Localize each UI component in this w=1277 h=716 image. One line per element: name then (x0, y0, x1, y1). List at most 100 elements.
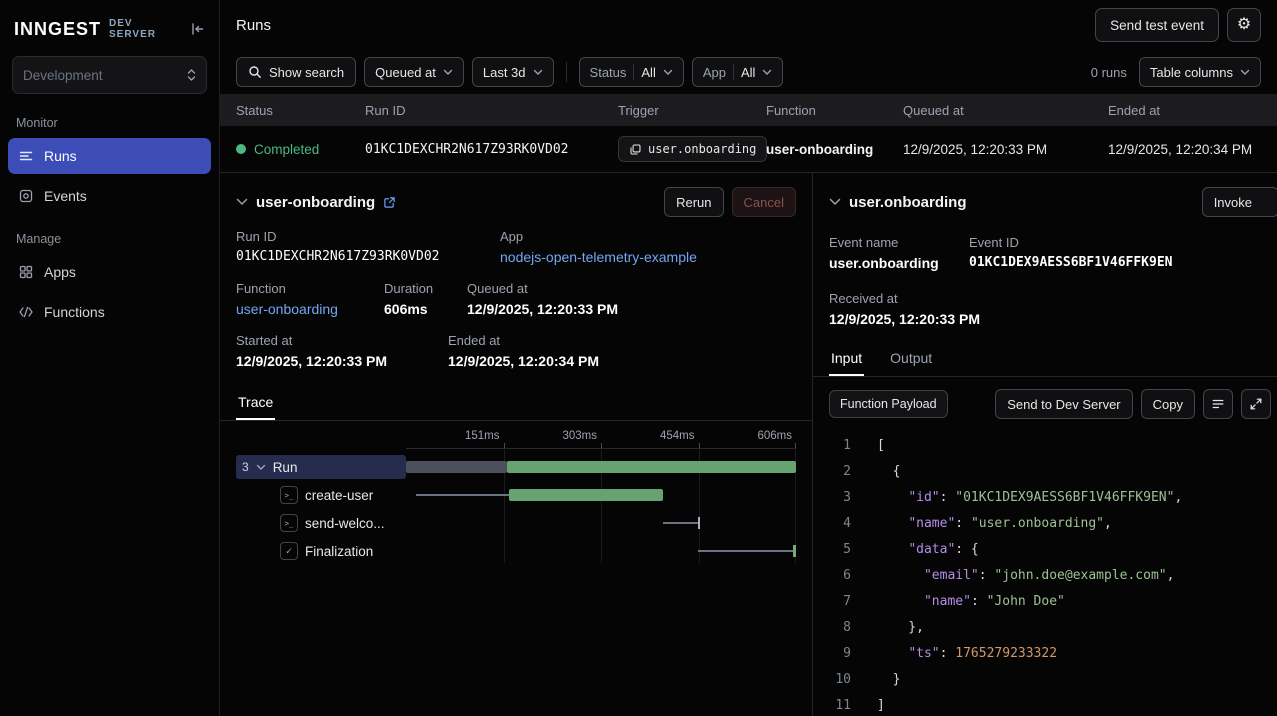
external-link-icon[interactable] (383, 196, 396, 209)
trigger-badge[interactable]: user.onboarding (618, 136, 767, 162)
field-value: 12/9/2025, 12:20:33 PM (467, 301, 618, 317)
line-number: 2 (813, 459, 851, 485)
events-icon (18, 188, 34, 204)
event-details-header: user.onboarding Invoke (813, 173, 1277, 229)
trace-rows: 3 Run >_ create-user (236, 449, 796, 563)
expand-icon (1249, 397, 1263, 411)
wrap-text-button[interactable] (1203, 389, 1233, 419)
trace-track[interactable] (406, 511, 796, 535)
trace-track[interactable] (406, 483, 796, 507)
sidebar-item-events[interactable]: Events (8, 178, 211, 214)
trace-waterfall: 151ms 303ms 454ms 606ms (220, 421, 812, 567)
send-to-dev-server-button[interactable]: Send to Dev Server (995, 389, 1132, 419)
function-link[interactable]: user-onboarding (236, 301, 384, 317)
field-label: Function (236, 281, 384, 296)
sidebar-section-monitor: Monitor (0, 100, 219, 136)
sidebar-item-apps[interactable]: Apps (8, 254, 211, 290)
sidebar: INNGEST DEV SERVER Development Monitor R… (0, 0, 220, 716)
received-at-field: Received at 12/9/2025, 12:20:33 PM (829, 291, 980, 327)
trace-track[interactable] (406, 539, 796, 563)
trace-run-toggle[interactable]: 3 Run (236, 455, 406, 479)
tab-trace[interactable]: Trace (236, 385, 275, 420)
function-field: Function user-onboarding (236, 281, 384, 317)
trace-step[interactable]: >_ create-user (236, 483, 406, 507)
code-line: 4 "name": "user.onboarding", (813, 511, 1277, 537)
tab-input[interactable]: Input (829, 341, 864, 376)
status-filter-label: Status (590, 65, 627, 80)
app-root: INNGEST DEV SERVER Development Monitor R… (0, 0, 1277, 716)
function-payload-label: Function Payload (840, 397, 937, 411)
field-value: 01KC1DEXCHR2N617Z93RK0VD02 (236, 249, 500, 264)
code-line: 1[ (813, 433, 1277, 459)
environment-select-value: Development (23, 68, 103, 83)
ended-at-cell: 12/9/2025, 12:20:34 PM (1108, 142, 1261, 157)
time-range-dropdown[interactable]: Last 3d (472, 57, 554, 87)
event-title: user.onboarding (849, 194, 967, 211)
sidebar-item-label: Events (44, 188, 87, 204)
collapse-sidebar-button[interactable] (187, 19, 207, 39)
event-info-row-1: Event name user.onboarding Event ID 01KC… (813, 235, 1277, 271)
run-id-cell: 01KC1DEXCHR2N617Z93RK0VD02 (365, 142, 618, 157)
code-viewer[interactable]: 1[2 {3 "id": "01KC1DEX9AESS6BF1V46FFK9EN… (813, 431, 1277, 716)
invoke-button[interactable]: Invoke (1202, 187, 1277, 217)
queued-at-dropdown[interactable]: Queued at (364, 57, 464, 87)
trace-track[interactable] (406, 455, 796, 479)
wrap-text-icon (1211, 397, 1225, 411)
chevron-down-icon[interactable] (829, 198, 841, 206)
chevron-down-icon (533, 69, 543, 76)
cancel-button[interactable]: Cancel (732, 187, 796, 217)
chevron-down-icon[interactable] (236, 198, 248, 206)
app-link[interactable]: nodejs-open-telemetry-example (500, 249, 697, 265)
code-text: "data": { (851, 537, 979, 563)
code-text: "id": "01KC1DEX9AESS6BF1V46FFK9EN", (851, 485, 1182, 511)
step-run-icon: >_ (280, 514, 298, 532)
field-value: 12/9/2025, 12:20:33 PM (236, 353, 448, 369)
trigger-cell: user.onboarding (618, 136, 766, 162)
field-label: Queued at (467, 281, 618, 296)
queued-at-value: Queued at (375, 65, 436, 80)
settings-button[interactable]: ⚙ (1227, 8, 1261, 42)
copy-button[interactable]: Copy (1141, 389, 1195, 419)
table-row[interactable]: Completed 01KC1DEXCHR2N617Z93RK0VD02 use… (220, 126, 1277, 172)
expand-button[interactable] (1241, 389, 1271, 419)
code-line: 7 "name": "John Doe" (813, 589, 1277, 615)
ended-at-field: Ended at 12/9/2025, 12:20:34 PM (448, 333, 599, 369)
trace-step[interactable]: >_ send-welco... (236, 511, 406, 535)
send-test-event-label: Send test event (1110, 18, 1204, 33)
send-test-event-button[interactable]: Send test event (1095, 8, 1219, 42)
status-filter-dropdown[interactable]: Status All (579, 57, 684, 87)
trace-row-label: create-user (305, 488, 373, 503)
trace-segment-line (416, 494, 510, 496)
copy-label: Copy (1153, 397, 1183, 412)
rerun-label: Rerun (676, 195, 711, 210)
run-details-panel: user-onboarding Rerun Cancel Run ID 01KC… (220, 173, 813, 716)
sidebar-item-runs[interactable]: Runs (8, 138, 211, 174)
sidebar-header: INNGEST DEV SERVER (0, 0, 219, 54)
function-payload-chip[interactable]: Function Payload (829, 390, 948, 418)
show-search-button[interactable]: Show search (236, 57, 356, 87)
event-stack-icon (629, 143, 642, 156)
sidebar-item-functions[interactable]: Functions (8, 294, 211, 330)
chevron-down-icon (762, 69, 772, 76)
trace-segment-bar (507, 461, 796, 473)
table-columns-value: Table columns (1150, 65, 1233, 80)
trace-segment-line (663, 522, 698, 524)
app-filter-dropdown[interactable]: App All (692, 57, 784, 87)
table-columns-dropdown[interactable]: Table columns (1139, 57, 1261, 87)
page-title: Runs (236, 17, 271, 34)
field-label: Event name (829, 235, 969, 250)
app-filter-label: App (703, 65, 726, 80)
code-text: ] (851, 693, 885, 716)
trace-step[interactable]: ✓ Finalization (236, 539, 406, 563)
line-number: 5 (813, 537, 851, 563)
tab-output[interactable]: Output (888, 341, 934, 376)
trace-row-finalization: ✓ Finalization (236, 539, 796, 563)
environment-select[interactable]: Development (12, 56, 207, 94)
line-number: 9 (813, 641, 851, 667)
column-header-trigger: Trigger (618, 103, 766, 118)
field-value: 606ms (384, 301, 467, 317)
rerun-button[interactable]: Rerun (664, 187, 723, 217)
line-number: 6 (813, 563, 851, 589)
trace-segment-bar (509, 489, 663, 501)
code-text: [ (851, 433, 885, 459)
